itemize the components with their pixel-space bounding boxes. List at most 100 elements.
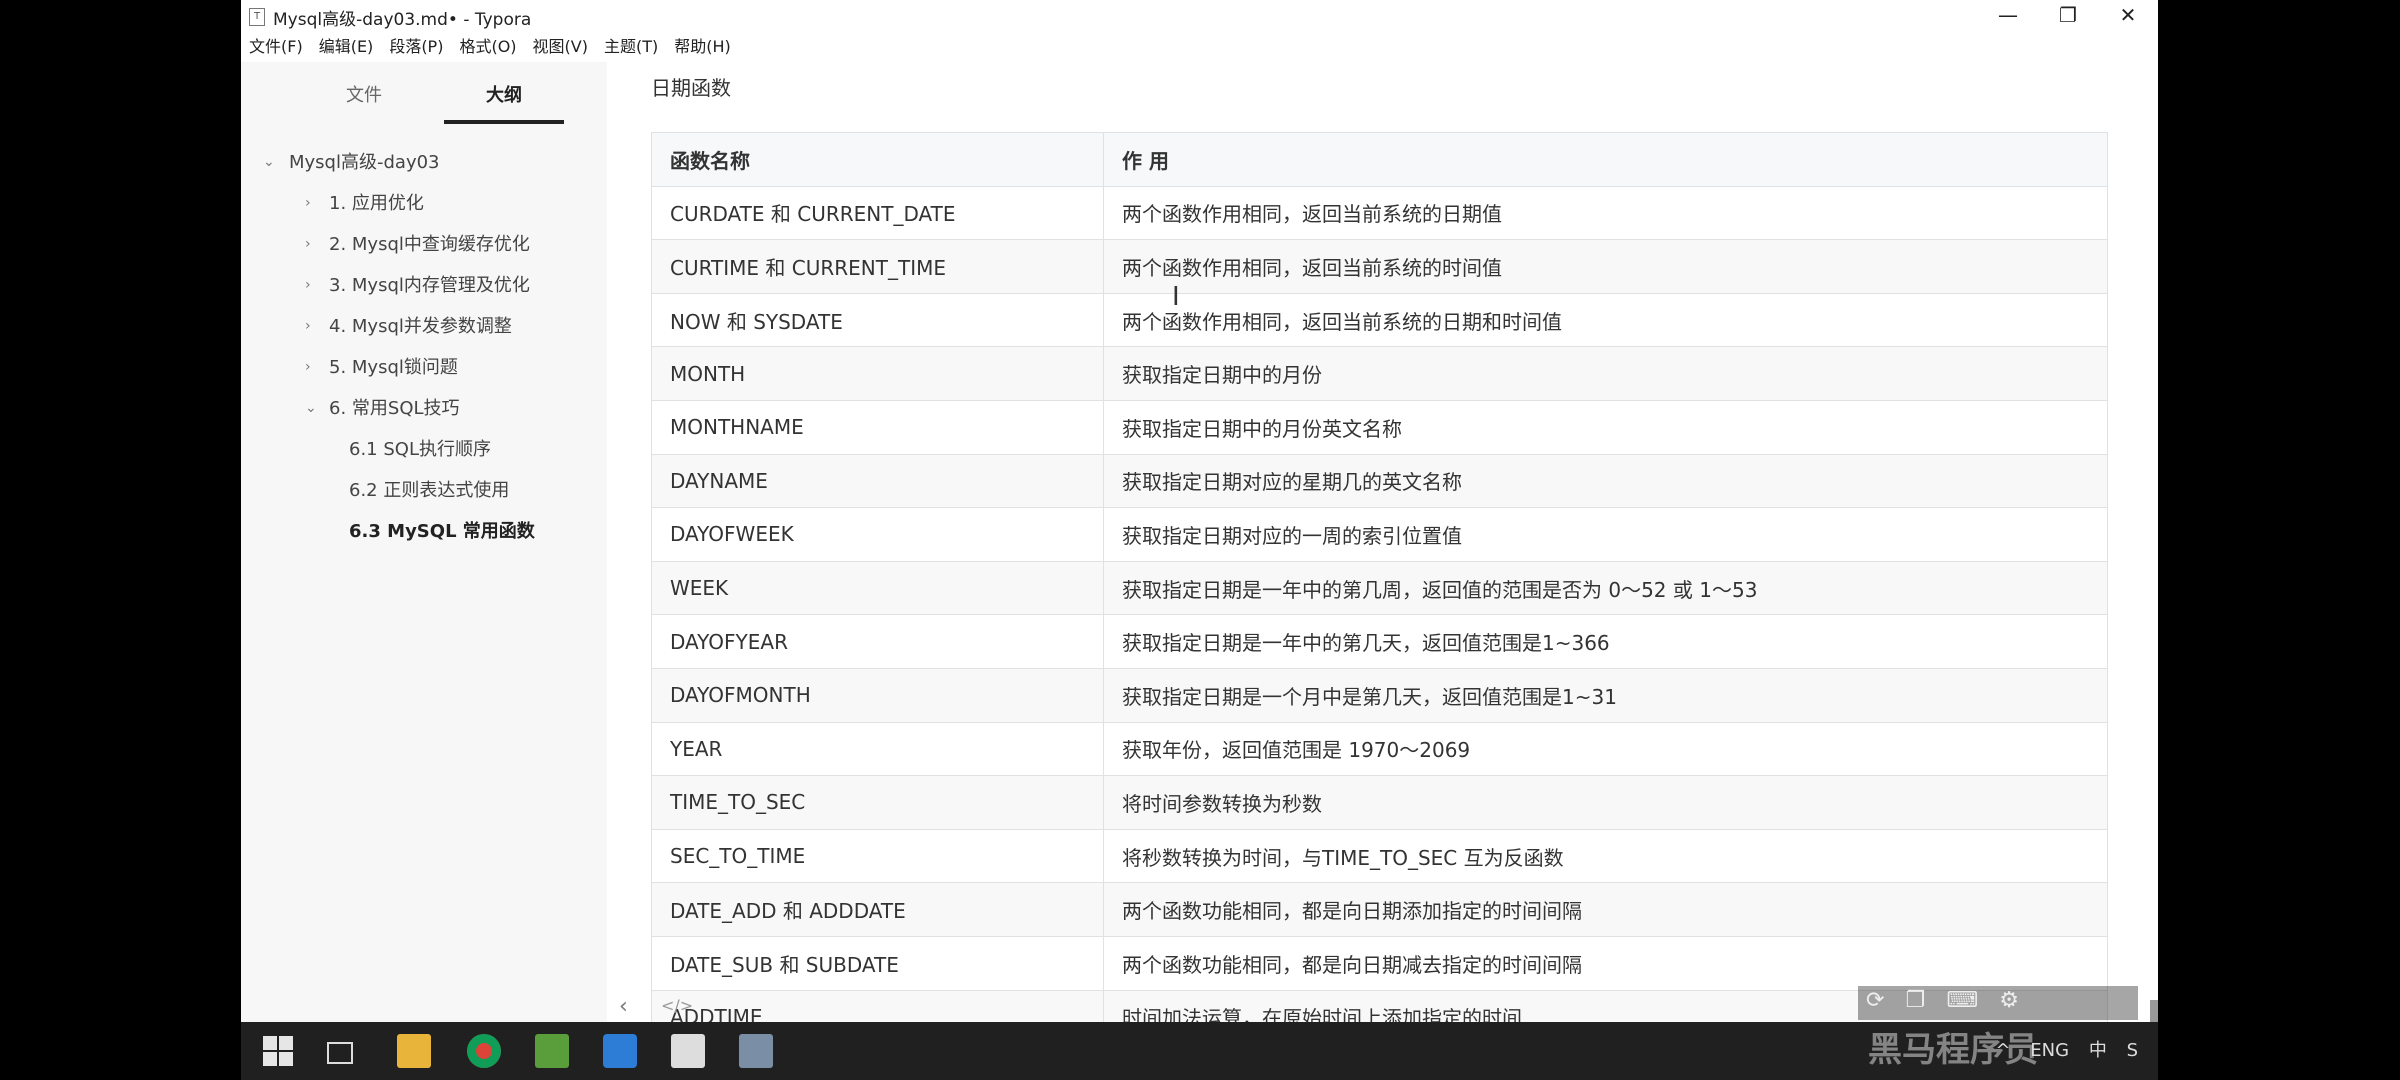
table-row: SEC_TO_TIME 将秒数转换为时间，与TIME_TO_SEC 互为反函数 — [651, 828, 2108, 884]
table-cell[interactable]: SEC_TO_TIME — [651, 828, 1104, 884]
table-header-row: 函数名称 作 用 — [651, 132, 2108, 187]
menu-edit[interactable]: 编辑(E) — [311, 32, 382, 62]
outline-item-active[interactable]: 6.3 MySQL 常用函数 — [241, 511, 607, 552]
keyboard-icon[interactable]: ⌨ — [1946, 988, 1978, 1013]
image-viewer-icon[interactable] — [739, 1034, 773, 1068]
header-purpose[interactable]: 作 用 — [1103, 132, 2108, 187]
table-cell[interactable]: MONTH — [651, 346, 1104, 401]
ime-indicator[interactable]: 中 — [2089, 1040, 2107, 1061]
table-cell[interactable]: 将秒数转换为时间，与TIME_TO_SEC 互为反函数 — [1103, 828, 2108, 884]
table-row: DAYOFMONTH 获取指定日期是一个月中是第几天，返回值范围是1~31 — [651, 667, 2108, 723]
table-cell[interactable]: 两个函数功能相同，都是向日期减去指定的时间间隔 — [1103, 935, 2108, 991]
tab-files[interactable]: 文件 — [304, 76, 424, 120]
table-cell[interactable]: 获取指定日期是一年中的第几天，返回值范围是1~366 — [1103, 614, 2108, 669]
table-row: DAYOFWEEK 获取指定日期对应的一周的索引位置值 — [651, 507, 2108, 562]
table-cell[interactable]: DATE_ADD 和 ADDDATE — [651, 882, 1104, 937]
notepad-plus-icon[interactable] — [535, 1034, 569, 1068]
gear-icon[interactable]: ⚙ — [1999, 988, 2019, 1013]
table-cell[interactable]: 获取指定日期中的月份 — [1103, 346, 2108, 401]
typora-taskbar-icon[interactable] — [671, 1034, 705, 1068]
table-cell[interactable]: 将时间参数转换为秒数 — [1103, 775, 2108, 830]
typora-app-icon: T — [249, 8, 265, 26]
table-cell[interactable]: 获取指定日期是一年中的第几周，返回值的范围是否为 0〜52 或 1〜53 — [1103, 560, 2108, 616]
outline-item[interactable]: › 5. Mysql锁问题 — [241, 347, 607, 388]
menu-file[interactable]: 文件(F) — [241, 32, 311, 62]
table-cell[interactable]: NOW 和 SYSDATE — [651, 292, 1104, 348]
file-explorer-icon[interactable] — [397, 1034, 431, 1068]
table-cell[interactable]: 两个函数作用相同，返回当前系统的日期和时间值 — [1103, 292, 2108, 348]
close-button[interactable]: ✕ — [2098, 0, 2158, 32]
sidebar-tabs: 文件 大纲 — [241, 76, 607, 124]
outline-item[interactable]: 6.2 正则表达式使用 — [241, 470, 607, 511]
date-functions-table: 函数名称 作 用 CURDATE 和 CURRENT_DATE 两个函数作用相同，… — [651, 132, 2108, 1022]
table-cell[interactable]: DAYOFYEAR — [651, 614, 1104, 669]
app-icon[interactable] — [603, 1034, 637, 1068]
table-cell[interactable]: DAYOFWEEK — [651, 507, 1104, 562]
table-row: MONTH 获取指定日期中的月份 — [651, 346, 2108, 401]
table-cell[interactable]: 获取年份，返回值范围是 1970〜2069 — [1103, 721, 2108, 777]
outline-item[interactable]: › 4. Mysql并发参数调整 — [241, 306, 607, 347]
table-cell[interactable]: 获取指定日期对应的星期几的英文名称 — [1103, 453, 2108, 509]
refresh-icon[interactable]: ⟳ — [1866, 988, 1884, 1013]
table-row: DATE_ADD 和 ADDDATE 两个函数功能相同，都是向日期添加指定的时间间… — [651, 882, 2108, 937]
chevron-right-icon[interactable]: › — [305, 347, 311, 388]
table-cell[interactable]: MONTHNAME — [651, 399, 1104, 455]
sidebar-toggle-icon[interactable]: ‹ — [619, 994, 628, 1019]
outline-item[interactable]: › 1. 应用优化 — [241, 183, 607, 224]
header-function-name[interactable]: 函数名称 — [651, 132, 1104, 187]
text-cursor-icon: I — [1172, 282, 1180, 312]
table-row: DAYNAME 获取指定日期对应的星期几的英文名称 — [651, 453, 2108, 509]
table-cell[interactable]: 两个函数作用相同，返回当前系统的时间值 — [1103, 239, 2108, 294]
table-row: YEAR 获取年份，返回值范围是 1970〜2069 — [651, 721, 2108, 777]
tab-outline[interactable]: 大纲 — [444, 76, 564, 124]
maximize-button[interactable]: ❐ — [2038, 0, 2098, 32]
chevron-right-icon[interactable]: › — [305, 306, 311, 347]
table-row: MONTHNAME 获取指定日期中的月份英文名称 — [651, 399, 2108, 455]
chevron-down-icon[interactable]: ⌄ — [263, 142, 275, 183]
outline-item[interactable]: › 2. Mysql中查询缓存优化 — [241, 224, 607, 265]
outline-item[interactable]: ⌄ Mysql高级-day03 — [241, 142, 607, 183]
window-title: Mysql高级-day03.md• - Typora — [273, 10, 532, 30]
table-cell[interactable]: 两个函数作用相同，返回当前系统的日期值 — [1103, 185, 2108, 241]
tray-expand-icon[interactable]: ^ — [1995, 1040, 2010, 1061]
sogou-icon[interactable]: S — [2127, 1040, 2138, 1061]
outline-item[interactable]: 6.1 SQL执行顺序 — [241, 429, 607, 470]
source-mode-icon[interactable]: </> — [661, 996, 693, 1015]
chevron-down-icon[interactable]: ⌄ — [305, 388, 317, 429]
chrome-icon[interactable] — [467, 1034, 501, 1068]
table-row: NOW 和 SYSDATE 两个函数作用相同，返回当前系统的日期和时间值 — [651, 292, 2108, 348]
table-cell[interactable]: 获取指定日期对应的一周的索引位置值 — [1103, 507, 2108, 562]
table-row: CURDATE 和 CURRENT_DATE 两个函数作用相同，返回当前系统的日期… — [651, 185, 2108, 241]
language-indicator[interactable]: ENG — [2030, 1040, 2069, 1061]
table-cell[interactable]: WEEK — [651, 560, 1104, 616]
menu-view[interactable]: 视图(V) — [525, 32, 596, 62]
typora-window: T Mysql高级-day03.md• - Typora — ❐ ✕ 文件(F)… — [241, 0, 2158, 1022]
window-icon[interactable]: ❐ — [1906, 988, 1926, 1013]
table-cell[interactable]: 获取指定日期中的月份英文名称 — [1103, 399, 2108, 455]
chevron-right-icon[interactable]: › — [305, 265, 311, 306]
section-heading: 日期函数 — [651, 76, 731, 100]
table-cell[interactable]: TIME_TO_SEC — [651, 775, 1104, 830]
table-cell[interactable]: DATE_SUB 和 SUBDATE — [651, 935, 1104, 991]
chevron-right-icon[interactable]: › — [305, 183, 311, 224]
editor-pane[interactable]: 日期函数 函数名称 作 用 CURDATE 和 CURRENT_DATE 两个函数… — [607, 62, 2158, 1022]
menu-format[interactable]: 格式(O) — [451, 32, 524, 62]
chevron-right-icon[interactable]: › — [305, 224, 311, 265]
task-view-icon[interactable] — [327, 1042, 353, 1064]
menu-paragraph[interactable]: 段落(P) — [381, 32, 451, 62]
table-cell[interactable]: DAYNAME — [651, 453, 1104, 509]
windows-start-icon[interactable] — [261, 1034, 295, 1068]
table-cell[interactable]: YEAR — [651, 721, 1104, 777]
table-cell[interactable]: 获取指定日期是一个月中是第几天，返回值范围是1~31 — [1103, 667, 2108, 723]
menu-theme[interactable]: 主题(T) — [596, 32, 666, 62]
outline-item[interactable]: › 3. Mysql内存管理及优化 — [241, 265, 607, 306]
table-cell[interactable]: CURTIME 和 CURRENT_TIME — [651, 239, 1104, 294]
minimize-button[interactable]: — — [1978, 0, 2038, 32]
menu-help[interactable]: 帮助(H) — [666, 32, 739, 62]
outline-item[interactable]: ⌄ 6. 常用SQL技巧 — [241, 388, 607, 429]
table-cell[interactable]: 两个函数功能相同，都是向日期添加指定的时间间隔 — [1103, 882, 2108, 937]
table-cell[interactable]: DAYOFMONTH — [651, 667, 1104, 723]
menu-bar: 文件(F) 编辑(E) 段落(P) 格式(O) 视图(V) 主题(T) 帮助(H) — [241, 32, 2158, 62]
table-cell[interactable]: CURDATE 和 CURRENT_DATE — [651, 185, 1104, 241]
windows-taskbar: 黑马程序员 ^ ENG 中 S — [241, 1022, 2158, 1080]
